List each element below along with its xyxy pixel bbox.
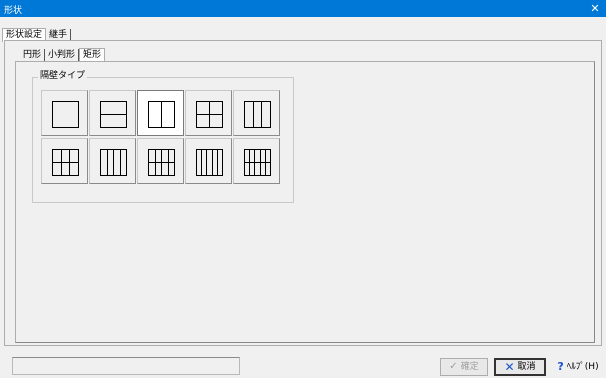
partition-1x3-icon [244,101,271,128]
help-button-label: ﾍﾙﾌﾟ(H) [566,362,599,372]
partition-1x1-button[interactable] [41,90,88,136]
partition-2x2-button[interactable] [185,90,232,136]
partition-2x1-button[interactable] [89,90,136,136]
close-icon[interactable]: ✕ [584,0,606,17]
partition-type-label: 隔壁タイプ [38,71,88,82]
partition-2x5-button[interactable] [233,138,280,184]
question-mark-icon: ? [557,360,564,373]
partition-2x5-icon [244,149,271,176]
partition-1x2-button[interactable] [137,90,184,136]
partition-1x2-icon [148,101,175,128]
inner-tab-row: 円形 小判形 矩形 [20,48,106,62]
partition-2x2-icon [196,101,223,128]
window-title: 形状 [4,6,23,16]
partition-1x3-button[interactable] [233,90,280,136]
partition-1x4-icon [100,149,127,176]
partition-type-buttons [41,90,281,186]
ok-button[interactable]: ✓ 確定 [440,358,488,376]
checkmark-pencil-icon: ✓ [449,361,458,372]
title-bar: 形状 ✕ [0,0,606,17]
partition-2x3-icon [52,149,79,176]
partition-2x3-button[interactable] [41,138,88,184]
partition-1x1-icon [52,101,79,128]
cancel-button[interactable]: ✕ 取消 [494,358,546,376]
cancel-button-label: 取消 [517,362,536,372]
status-bar [12,357,240,375]
ok-button-label: 確定 [460,362,479,372]
partition-2x1-icon [100,101,127,128]
partition-1x5-button[interactable] [185,138,232,184]
partition-2x4-button[interactable] [137,138,184,184]
partition-1x5-icon [196,149,223,176]
x-icon: ✕ [504,360,515,374]
partition-1x4-button[interactable] [89,138,136,184]
help-button[interactable]: ? ﾍﾙﾌﾟ(H) [554,358,602,376]
tab-rectangular[interactable]: 矩形 [79,48,106,62]
partition-2x4-icon [148,149,175,176]
